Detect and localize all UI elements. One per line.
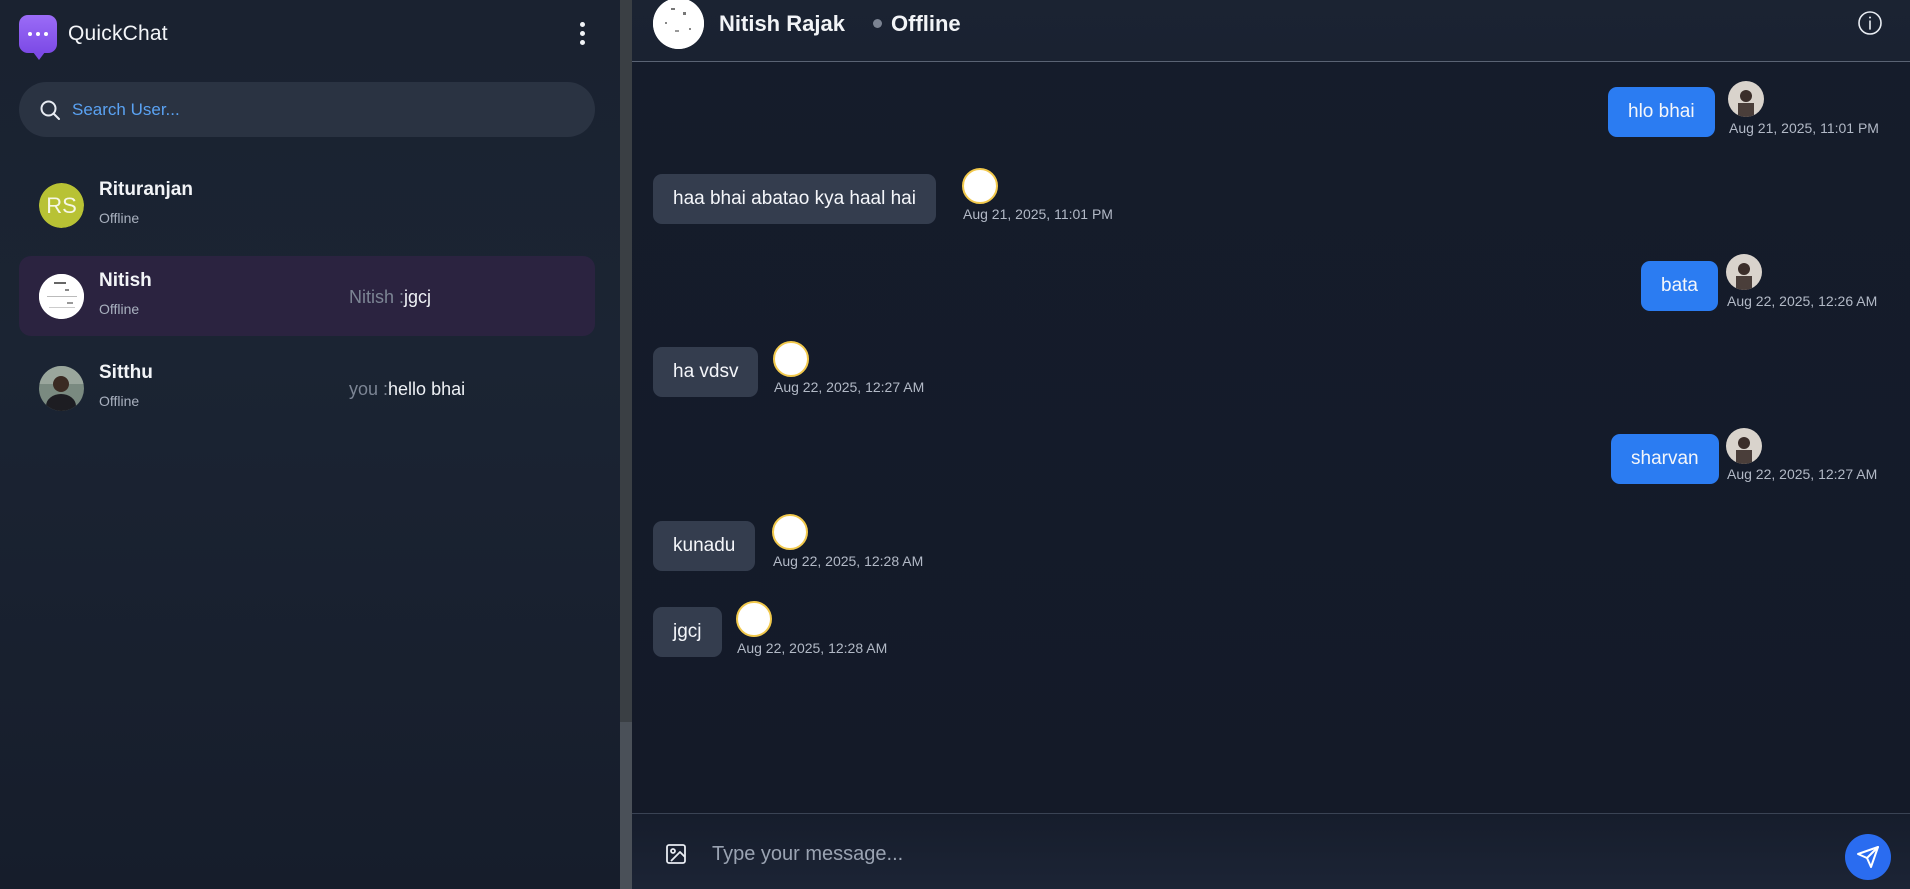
message-timestamp: Aug 21, 2025, 11:01 PM — [963, 206, 1113, 222]
message-timestamp: Aug 22, 2025, 12:27 AM — [774, 379, 925, 395]
app-name: QuickChat — [68, 22, 168, 45]
avatar — [1726, 254, 1762, 290]
sidebar: QuickChat RS Rituranjan Offline — [0, 0, 620, 889]
search-input[interactable] — [72, 99, 552, 120]
chat-bubble-logo-icon — [19, 15, 57, 60]
message-input[interactable] — [712, 834, 1792, 874]
last-message: you :hello bhai — [349, 379, 465, 400]
user-list-item[interactable]: Sitthu Offline you :hello bhai — [19, 348, 595, 428]
last-message-text: jgcj — [404, 287, 432, 307]
avatar[interactable] — [653, 0, 704, 49]
last-message-text: hello bhai — [388, 379, 466, 399]
avatar — [1726, 428, 1762, 464]
user-status: Offline — [99, 393, 140, 409]
user-list-item[interactable]: Nitish Offline Nitish :jgcj — [19, 256, 595, 336]
message-bubble[interactable]: haa bhai abatao kya haal hai — [653, 174, 936, 224]
contact-status: Offline — [891, 11, 961, 36]
user-status: Offline — [99, 210, 140, 226]
avatar — [736, 601, 772, 637]
search-icon — [40, 100, 60, 120]
chat-header: Nitish Rajak Offline — [632, 0, 1910, 62]
info-icon[interactable] — [1857, 10, 1883, 36]
message-timestamp: Aug 22, 2025, 12:26 AM — [1727, 293, 1878, 309]
more-vertical-icon[interactable] — [574, 20, 590, 46]
scrollbar-thumb[interactable] — [620, 722, 632, 889]
contact-name: Nitish Rajak — [719, 11, 845, 36]
panel-scrollbar[interactable] — [620, 0, 632, 889]
last-message-sender: you : — [349, 379, 389, 399]
avatar — [773, 341, 809, 377]
avatar — [39, 366, 84, 411]
avatar — [962, 168, 998, 204]
brand: QuickChat — [19, 14, 168, 60]
message-bubble[interactable]: bata — [1641, 261, 1718, 311]
avatar — [772, 514, 808, 550]
message-timestamp: Aug 21, 2025, 11:01 PM — [1729, 120, 1879, 136]
send-icon — [1857, 846, 1879, 868]
message-bubble[interactable]: kunadu — [653, 521, 756, 571]
image-icon[interactable] — [664, 842, 688, 866]
send-button[interactable] — [1845, 834, 1891, 880]
avatar: RS — [39, 183, 84, 228]
chat-panel: Nitish Rajak Offline hlo bhai Aug 21, 20… — [632, 0, 1910, 889]
last-message: Nitish :jgcj — [349, 287, 431, 308]
message-bubble[interactable]: sharvan — [1611, 434, 1719, 484]
search-bar[interactable] — [19, 82, 595, 137]
avatar — [1728, 81, 1764, 117]
user-name: Sitthu — [99, 362, 153, 383]
message-bubble[interactable]: jgcj — [653, 607, 722, 657]
message-timestamp: Aug 22, 2025, 12:28 AM — [773, 553, 924, 569]
status-dot — [873, 19, 882, 28]
message-bubble[interactable]: ha vdsv — [653, 347, 759, 397]
user-name: Rituranjan — [99, 179, 193, 200]
message-timestamp: Aug 22, 2025, 12:27 AM — [1727, 466, 1878, 482]
avatar — [39, 274, 84, 319]
user-status: Offline — [99, 301, 140, 317]
user-name: Nitish — [99, 270, 152, 291]
user-list-item[interactable]: RS Rituranjan Offline — [19, 165, 595, 245]
message-timestamp: Aug 22, 2025, 12:28 AM — [737, 640, 888, 656]
last-message-sender: Nitish : — [349, 287, 405, 307]
message-bubble[interactable]: hlo bhai — [1608, 87, 1715, 137]
message-composer — [632, 813, 1910, 889]
app-root: QuickChat RS Rituranjan Offline — [0, 0, 1910, 889]
